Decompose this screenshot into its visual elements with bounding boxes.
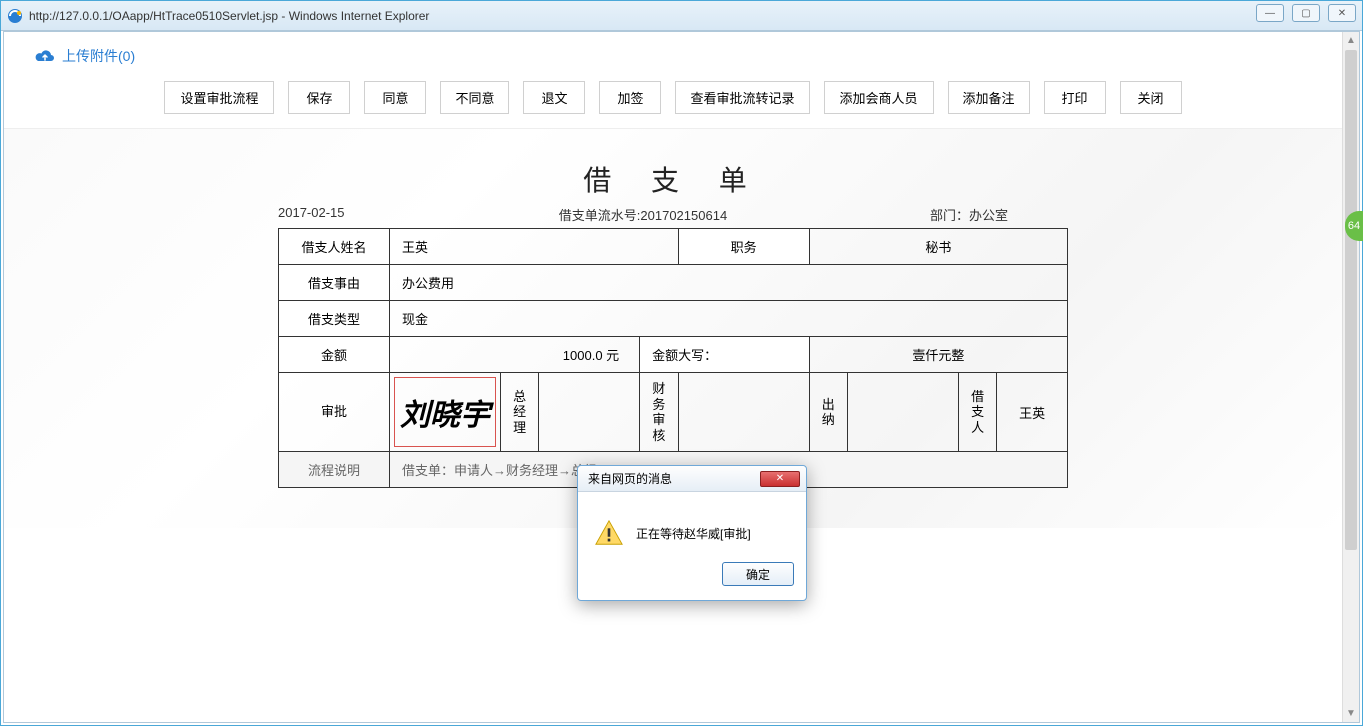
toolbar: 设置审批流程 保存 同意 不同意 退文 加签 查看审批流转记录 添加会商人员 添… xyxy=(4,73,1342,129)
row-type: 借支类型 现金 xyxy=(279,301,1068,337)
label-amount: 金额 xyxy=(279,337,390,373)
form-meta-row: 2017-02-15 借支单流水号:201702150614 部门：办公室 xyxy=(278,205,1068,224)
label-name: 借支人姓名 xyxy=(279,229,390,265)
browser-window: http://127.0.0.1/OAapp/HtTrace0510Servle… xyxy=(0,0,1363,726)
agree-button[interactable]: 同意 xyxy=(364,81,426,114)
loan-form-table: 借支人姓名 王英 职务 秘书 借支事由 办公费用 借支类型 现金 xyxy=(278,228,1068,488)
label-gm: 总经理 xyxy=(500,373,538,452)
row-reason: 借支事由 办公费用 xyxy=(279,265,1068,301)
scroll-up-arrow[interactable]: ▲ xyxy=(1343,32,1359,49)
value-reason: 办公费用 xyxy=(389,265,1067,301)
dialog-close-button[interactable]: ✕ xyxy=(760,471,800,487)
label-cashier: 出纳 xyxy=(809,373,847,452)
warning-icon xyxy=(594,518,624,548)
add-note-button[interactable]: 添加备注 xyxy=(948,81,1030,114)
dialog-message: 正在等待赵华威[审批] xyxy=(636,525,751,542)
add-person-button[interactable]: 添加会商人员 xyxy=(824,81,934,114)
row-amount: 金额 1000.0 元 金额大写： 壹仟元整 xyxy=(279,337,1068,373)
upload-row: 上传附件(0) xyxy=(4,32,1342,73)
dialog-title-text: 来自网页的消息 xyxy=(588,470,672,487)
form-serial: 借支单流水号:201702150614 xyxy=(521,205,764,224)
label-finreview: 财务审核 xyxy=(640,373,678,452)
upload-label: 上传附件(0) xyxy=(62,46,135,66)
label-job: 职务 xyxy=(678,229,809,265)
ie-icon xyxy=(7,8,23,24)
close-window-button[interactable]: ✕ xyxy=(1328,4,1356,22)
page-content: 上传附件(0) 设置审批流程 保存 同意 不同意 退文 加签 查看审批流转记录 … xyxy=(4,32,1342,722)
countersign-button[interactable]: 加签 xyxy=(599,81,661,114)
cell-cashier-signature xyxy=(847,373,958,452)
cell-finreview-signature xyxy=(678,373,809,452)
upload-attachment-link[interactable]: 上传附件(0) xyxy=(34,46,135,66)
close-button[interactable]: 关闭 xyxy=(1120,81,1182,114)
dialog-footer: 确定 xyxy=(578,562,806,600)
disagree-button[interactable]: 不同意 xyxy=(440,81,509,114)
scroll-thumb[interactable] xyxy=(1345,50,1357,550)
cloud-upload-icon xyxy=(34,48,56,64)
scrollbar[interactable]: ▲ ▼ xyxy=(1342,32,1359,722)
window-title-bar: http://127.0.0.1/OAapp/HtTrace0510Servle… xyxy=(1,1,1362,31)
form-title: 借 支 单 xyxy=(278,159,1068,205)
label-type: 借支类型 xyxy=(279,301,390,337)
return-button[interactable]: 退文 xyxy=(523,81,585,114)
row-approval: 审批 刘晓宇 总经理 财务审核 出纳 借支人 王英 xyxy=(279,373,1068,452)
value-amount-cn: 壹仟元整 xyxy=(809,337,1067,373)
value-job: 秘书 xyxy=(809,229,1067,265)
form-date: 2017-02-15 xyxy=(278,205,521,224)
print-button[interactable]: 打印 xyxy=(1044,81,1106,114)
scroll-down-arrow[interactable]: ▼ xyxy=(1343,705,1359,722)
label-borrower: 借支人 xyxy=(958,373,996,452)
label-reason: 借支事由 xyxy=(279,265,390,301)
label-amount-cn: 金额大写： xyxy=(640,337,809,373)
approval-signature: 刘晓宇 xyxy=(394,377,496,447)
view-log-button[interactable]: 查看审批流转记录 xyxy=(675,81,809,114)
value-amount: 1000.0 元 xyxy=(389,337,639,373)
dialog-ok-button[interactable]: 确定 xyxy=(722,562,794,586)
value-type: 现金 xyxy=(389,301,1067,337)
form-dept: 部门：办公室 xyxy=(765,205,1068,224)
value-name: 王英 xyxy=(389,229,678,265)
window-title: http://127.0.0.1/OAapp/HtTrace0510Servle… xyxy=(29,9,429,23)
window-controls: — ▢ ✕ xyxy=(1256,4,1356,22)
row-name: 借支人姓名 王英 职务 秘书 xyxy=(279,229,1068,265)
label-approve: 审批 xyxy=(279,373,390,452)
cell-approval-signature: 刘晓宇 xyxy=(389,373,500,452)
dialog-body: 正在等待赵华威[审批] xyxy=(578,492,806,562)
save-button[interactable]: 保存 xyxy=(288,81,350,114)
minimize-button[interactable]: — xyxy=(1256,4,1284,22)
label-flow: 流程说明 xyxy=(279,452,390,488)
value-borrower: 王英 xyxy=(997,373,1068,452)
cell-gm-signature xyxy=(539,373,640,452)
maximize-button[interactable]: ▢ xyxy=(1292,4,1320,22)
alert-dialog: 来自网页的消息 ✕ 正在等待赵华威[审批] 确定 xyxy=(577,465,807,601)
form-inner: 借 支 单 2017-02-15 借支单流水号:201702150614 部门：… xyxy=(278,159,1068,488)
viewport: 上传附件(0) 设置审批流程 保存 同意 不同意 退文 加签 查看审批流转记录 … xyxy=(3,31,1360,723)
set-flow-button[interactable]: 设置审批流程 xyxy=(164,81,274,114)
dialog-titlebar: 来自网页的消息 ✕ xyxy=(578,466,806,492)
